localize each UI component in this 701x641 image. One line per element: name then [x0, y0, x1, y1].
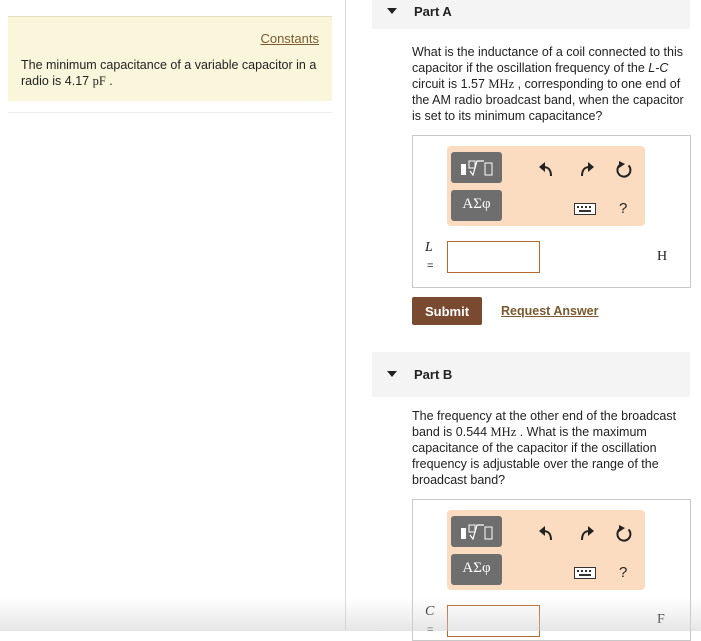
part-a-unit: H [657, 249, 668, 264]
reset-icon[interactable] [614, 160, 634, 180]
part-a-variable: L [425, 240, 433, 255]
help-button[interactable]: ? [619, 564, 627, 581]
part-a-math-toolbar: ΑΣφ ? [447, 146, 645, 226]
undo-icon[interactable] [537, 160, 557, 180]
part-b-math-toolbar: ΑΣφ ? [447, 510, 645, 590]
submit-button[interactable]: Submit [412, 297, 482, 325]
problem-unit: pF [92, 74, 106, 88]
part-a-q-unit: MHz [488, 77, 515, 91]
help-button[interactable]: ? [619, 200, 627, 217]
part-b-answer-input[interactable] [447, 605, 540, 637]
part-a-q1: What is the inductance of a coil connect… [412, 45, 683, 75]
part-a-title: Part A [414, 4, 452, 19]
part-b-equals: = [427, 624, 434, 636]
greek-symbols-button[interactable]: ΑΣφ [451, 554, 502, 585]
part-a-q-lc: L-C [648, 61, 669, 75]
problem-statement: The minimum capacitance of a variable ca… [21, 57, 321, 89]
part-b-question: The frequency at the other end of the br… [412, 408, 690, 488]
part-b-q-unit: MHz [490, 425, 517, 439]
part-a-answer-input[interactable] [447, 241, 540, 273]
part-b-title: Part B [414, 367, 453, 382]
part-a-answer-box: ΑΣφ ? L = H [412, 135, 691, 288]
greek-symbols-label: ΑΣφ [462, 196, 491, 212]
template-icon [461, 524, 493, 540]
reset-icon[interactable] [614, 524, 634, 544]
part-b-variable: C [425, 604, 435, 619]
template-button[interactable] [451, 516, 502, 547]
keyboard-icon[interactable] [574, 567, 596, 579]
constants-link[interactable]: Constants [260, 31, 319, 46]
problem-text: The minimum capacitance of a variable ca… [21, 58, 317, 88]
constants-panel: Constants The minimum capacitance of a v… [8, 16, 332, 101]
part-a-q2: circuit is 1.57 [412, 77, 489, 91]
undo-icon[interactable] [537, 524, 557, 544]
part-a-equals: = [427, 260, 434, 272]
left-divider [8, 112, 332, 113]
redo-icon[interactable] [576, 524, 596, 544]
greek-symbols-button[interactable]: ΑΣφ [451, 190, 502, 221]
problem-text-end: . [105, 74, 113, 88]
greek-symbols-label: ΑΣφ [462, 560, 491, 576]
column-divider [345, 0, 346, 631]
template-icon [461, 160, 493, 176]
part-b-answer-box: ΑΣφ ? C = F [412, 499, 691, 641]
keyboard-icon[interactable] [574, 203, 596, 215]
collapse-caret-icon[interactable] [387, 8, 397, 14]
part-a-header[interactable]: Part A [372, 0, 690, 29]
part-b-header[interactable]: Part B [372, 352, 690, 397]
part-b-unit: F [657, 612, 665, 627]
request-answer-link[interactable]: Request Answer [501, 304, 598, 318]
redo-icon[interactable] [576, 160, 596, 180]
part-a-question: What is the inductance of a coil connect… [412, 44, 690, 124]
template-button[interactable] [451, 152, 502, 183]
collapse-caret-icon[interactable] [387, 371, 397, 377]
